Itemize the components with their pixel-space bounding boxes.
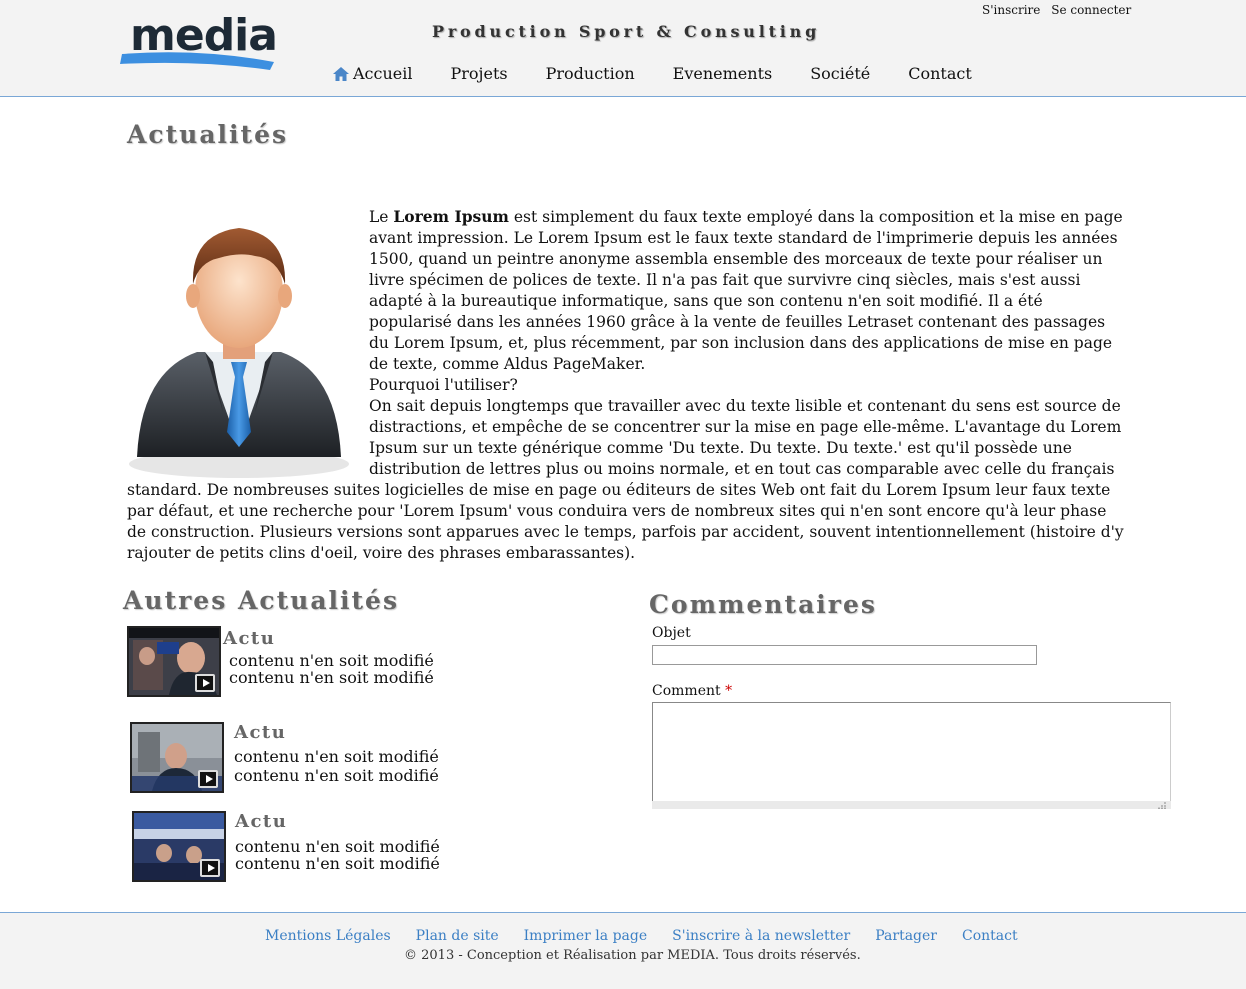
play-icon	[198, 770, 218, 788]
nav-label-accueil: Accueil	[353, 64, 413, 83]
news-line: contenu n'en soit modifié	[229, 668, 434, 687]
main-nav: Accueil Projets Production Evenements So…	[333, 64, 972, 83]
footer-link-mentions[interactable]: Mentions Légales	[265, 928, 391, 944]
footer-links: Mentions Légales Plan de site Imprimer l…	[265, 928, 1018, 944]
play-icon	[200, 859, 220, 877]
video-thumbnail[interactable]	[132, 811, 226, 882]
nav-item-projets[interactable]: Projets	[450, 64, 507, 83]
news-line: contenu n'en soit modifié	[229, 651, 434, 670]
news-title: Actu	[234, 722, 287, 743]
news-text: Actu contenu n'en soit modifié contenu n…	[223, 628, 434, 697]
nav-item-accueil[interactable]: Accueil	[333, 64, 412, 83]
footer-link-newsletter[interactable]: S'inscrire à la newsletter	[672, 928, 850, 944]
comment-textarea[interactable]	[652, 702, 1171, 802]
signup-link[interactable]: S'inscrire	[982, 3, 1040, 17]
site-header: media Production Sport & Consulting S'in…	[0, 0, 1246, 97]
footer-link-partager[interactable]: Partager	[875, 928, 937, 944]
comment-label-row: Comment *	[652, 683, 732, 699]
news-item[interactable]: Actu contenu n'en soit modifié contenu n…	[132, 811, 440, 882]
nav-item-contact[interactable]: Contact	[908, 64, 972, 83]
media-logo[interactable]: media	[120, 10, 278, 72]
article-body: Le Lorem Ipsum est simplement du faux te…	[127, 206, 1127, 564]
news-title: Actu	[223, 628, 276, 649]
intro-rest: est simplement du faux texte employé dan…	[369, 208, 1123, 373]
video-thumbnail[interactable]	[127, 626, 221, 697]
news-line: contenu n'en soit modifié	[234, 747, 439, 766]
resize-grip-icon	[1158, 802, 1166, 809]
news-text: Actu contenu n'en soit modifié contenu n…	[235, 811, 440, 882]
site-footer: Mentions Légales Plan de site Imprimer l…	[0, 912, 1246, 989]
comment-label: Comment	[652, 683, 721, 699]
account-links: S'inscrire Se connecter	[982, 3, 1138, 17]
intro-prefix: Le	[369, 208, 394, 226]
news-line: contenu n'en soit modifié	[235, 854, 440, 873]
site-tagline: Production Sport & Consulting	[432, 22, 821, 41]
login-link[interactable]: Se connecter	[1051, 3, 1131, 17]
textarea-resize-handle[interactable]	[652, 801, 1171, 809]
logo-text: media	[130, 10, 278, 61]
footer-link-plan[interactable]: Plan de site	[416, 928, 499, 944]
copyright-text: © 2013 - Conception et Réalisation par M…	[404, 948, 861, 963]
home-icon	[333, 66, 349, 81]
objet-input[interactable]	[652, 645, 1037, 665]
news-line: contenu n'en soit modifié	[235, 837, 440, 856]
objet-label: Objet	[652, 625, 691, 641]
page-title: Actualités	[127, 120, 289, 149]
nav-item-societe[interactable]: Société	[810, 64, 870, 83]
intro-bold: Lorem Ipsum	[393, 207, 509, 226]
news-line: contenu n'en soit modifié	[234, 766, 439, 785]
businessman-avatar-image	[129, 228, 349, 478]
news-item[interactable]: Actu contenu n'en soit modifié contenu n…	[130, 722, 439, 793]
other-news-title: Autres Actualités	[123, 586, 400, 615]
play-icon	[195, 674, 215, 692]
nav-item-evenements[interactable]: Evenements	[673, 64, 773, 83]
nav-item-production[interactable]: Production	[546, 64, 635, 83]
comments-title: Commentaires	[649, 590, 877, 619]
news-title: Actu	[235, 811, 288, 832]
video-thumbnail[interactable]	[130, 722, 224, 793]
required-marker: *	[725, 683, 733, 699]
footer-link-contact[interactable]: Contact	[962, 928, 1018, 944]
news-text: Actu contenu n'en soit modifié contenu n…	[234, 722, 439, 793]
news-item[interactable]: Actu contenu n'en soit modifié contenu n…	[127, 626, 434, 697]
footer-link-imprimer[interactable]: Imprimer la page	[524, 928, 647, 944]
